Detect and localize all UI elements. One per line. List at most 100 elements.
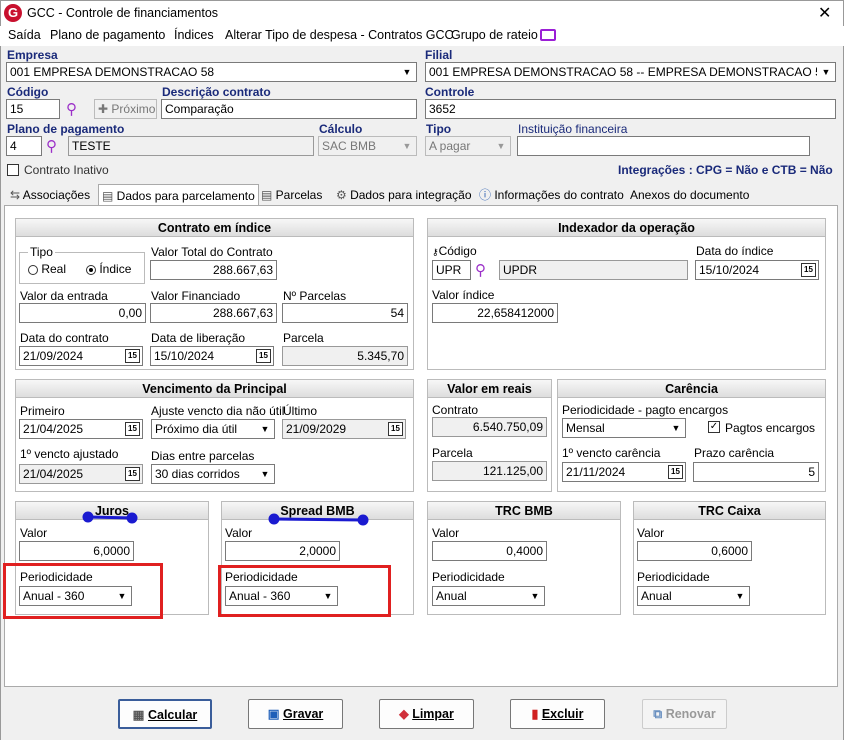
spread-valor-input[interactable]: 2,0000: [225, 541, 340, 561]
calendar-icon[interactable]: 15: [801, 263, 816, 277]
search-icon[interactable]: ⚲: [66, 100, 77, 118]
gravar-button[interactable]: ▣ Gravar: [248, 699, 343, 729]
calculo-select[interactable]: SAC BMB ▼: [318, 136, 417, 156]
monitor-icon[interactable]: [540, 29, 556, 41]
ajuste-select[interactable]: Próximo dia útil ▼: [151, 419, 275, 439]
tab-informacoes[interactable]: ⓘ Informações do contrato: [476, 184, 627, 206]
plano-code-input[interactable]: 4: [6, 136, 42, 156]
spread-title: Spread BMB: [222, 502, 413, 520]
instituicao-input[interactable]: [517, 136, 810, 156]
data-indice-label: Data do índice: [696, 244, 774, 258]
trash-icon: ▮: [531, 707, 542, 721]
empresa-select[interactable]: 001 EMPRESA DEMONSTRACAO 58 ▼: [6, 62, 417, 82]
dias-label: Dias entre parcelas: [151, 449, 255, 463]
valor-total-label: Valor Total do Contrato: [151, 245, 273, 259]
data-contrato-input[interactable]: 21/09/2024 15: [19, 346, 143, 366]
chevron-down-icon[interactable]: ▼: [398, 137, 416, 155]
spread-valor-label: Valor: [225, 526, 253, 540]
page-icon: ▤: [261, 188, 276, 202]
inativo-checkbox[interactable]: [7, 164, 19, 176]
controle-input[interactable]: 3652: [425, 99, 836, 119]
calendar-icon[interactable]: 15: [668, 465, 683, 479]
codigo-input[interactable]: 15: [6, 99, 60, 119]
chevron-down-icon[interactable]: ▼: [731, 587, 749, 605]
key-icon: ⚷: [432, 247, 439, 257]
plano-label: Plano de pagamento: [7, 122, 125, 136]
valor-reais-contrato-label: Contrato: [432, 403, 479, 417]
menu-alterar-tipo[interactable]: Alterar Tipo de despesa - Contratos GCC: [225, 28, 454, 42]
calcular-button[interactable]: ▦ Calcular: [118, 699, 212, 729]
radio-real-circle[interactable]: [28, 264, 38, 275]
juros-title: Juros: [16, 502, 208, 520]
carencia-title: Carência: [558, 380, 825, 398]
trc-caixa-period-select[interactable]: Anual ▼: [637, 586, 750, 606]
calendar-icon[interactable]: 15: [125, 422, 140, 436]
indexador-nome-field: UPDR: [499, 260, 688, 280]
indexador-codigo-input[interactable]: UPR: [432, 260, 471, 280]
highlight-spread-periodicidade: [218, 565, 391, 617]
empresa-label: Empresa: [7, 48, 58, 62]
proximo-button[interactable]: ✚ Próximo: [94, 99, 157, 119]
primeiro-input[interactable]: 21/04/2025 15: [19, 419, 143, 439]
chevron-down-icon[interactable]: ▼: [526, 587, 544, 605]
radio-real[interactable]: Real: [28, 262, 66, 276]
chevron-down-icon[interactable]: ▼: [817, 63, 835, 81]
trc-caixa-valor-input[interactable]: 0,6000: [637, 541, 752, 561]
menu-grupo-rateio[interactable]: Grupo de rateio: [451, 28, 538, 42]
highlight-juros-periodicidade: [3, 563, 163, 619]
trc-caixa-period-label: Periodicidade: [637, 570, 710, 584]
trc-bmb-period-select[interactable]: Anual ▼: [432, 586, 545, 606]
data-liberacao-input[interactable]: 15/10/2024 15: [150, 346, 274, 366]
pagtos-encargos-checkbox[interactable]: ✓: [708, 421, 720, 433]
data-indice-input[interactable]: 15/10/2024 15: [695, 260, 819, 280]
tab-dados-parcelamento[interactable]: ▤ Dados para parcelamento: [98, 184, 259, 206]
valor-financiado-input[interactable]: 288.667,63: [150, 303, 277, 323]
trc-caixa-title: TRC Caixa: [634, 502, 825, 520]
dias-select[interactable]: 30 dias corridos ▼: [151, 464, 275, 484]
chevron-down-icon[interactable]: ▼: [256, 465, 274, 483]
eraser-icon: ◆: [399, 707, 413, 721]
juros-valor-input[interactable]: 6,0000: [19, 541, 134, 561]
radio-indice[interactable]: Índice: [86, 262, 131, 276]
save-icon: ▣: [267, 707, 283, 721]
menu-indices[interactable]: Índices: [174, 28, 214, 42]
excluir-button[interactable]: ▮ Excluir: [510, 699, 605, 729]
filial-value: 001 EMPRESA DEMONSTRACAO 58 -- EMPRESA D…: [429, 65, 829, 79]
tipo-select[interactable]: A pagar ▼: [425, 136, 511, 156]
prazo-carencia-label: Prazo carência: [694, 446, 775, 460]
ultimo-label: Último: [283, 404, 318, 418]
carencia-venc-label: 1º vencto carência: [562, 446, 661, 460]
chevron-down-icon[interactable]: ▼: [256, 420, 274, 438]
ajuste-label: Ajuste vencto dia não útil: [151, 404, 285, 418]
valor-entrada-input[interactable]: 0,00: [19, 303, 146, 323]
chevron-down-icon[interactable]: ▼: [398, 63, 416, 81]
carencia-period-select[interactable]: Mensal ▼: [562, 418, 686, 438]
limpar-button[interactable]: ◆ Limpar: [379, 699, 474, 729]
radio-indice-circle[interactable]: [86, 264, 96, 275]
trc-bmb-valor-input[interactable]: 0,4000: [432, 541, 547, 561]
menu-saida[interactable]: Saída: [8, 28, 41, 42]
calendar-icon[interactable]: 15: [125, 349, 140, 363]
tab-associacoes[interactable]: ⇆ Associações: [7, 184, 93, 206]
valor-total-input[interactable]: 288.667,63: [150, 260, 277, 280]
menu-plano-pagamento[interactable]: Plano de pagamento: [50, 28, 165, 42]
chevron-down-icon[interactable]: ▼: [492, 137, 510, 155]
search-icon[interactable]: ⚲: [46, 137, 57, 155]
nparcelas-input[interactable]: 54: [282, 303, 408, 323]
renovar-button[interactable]: ⧉ Renovar: [642, 699, 727, 729]
search-icon[interactable]: ⚲: [475, 261, 486, 279]
valor-indice-input[interactable]: 22,658412000: [432, 303, 558, 323]
calendar-icon: 15: [125, 467, 140, 481]
valor-entrada-label: Valor da entrada: [20, 289, 108, 303]
tab-anexos[interactable]: Anexos do documento: [627, 184, 752, 206]
tab-parcelas[interactable]: ▤ Parcelas: [258, 184, 325, 206]
carencia-venc-input[interactable]: 21/11/2024 15: [562, 462, 686, 482]
close-icon[interactable]: ✕: [818, 3, 831, 23]
chevron-down-icon[interactable]: ▼: [667, 419, 685, 437]
filial-select[interactable]: 001 EMPRESA DEMONSTRACAO 58 -- EMPRESA D…: [425, 62, 836, 82]
prazo-carencia-input[interactable]: 5: [693, 462, 819, 482]
calendar-icon[interactable]: 15: [256, 349, 271, 363]
tab-dados-integracao[interactable]: ⚙ Dados para integração: [333, 184, 475, 206]
codigo-label: Código: [7, 85, 49, 99]
descricao-input[interactable]: Comparação: [161, 99, 417, 119]
